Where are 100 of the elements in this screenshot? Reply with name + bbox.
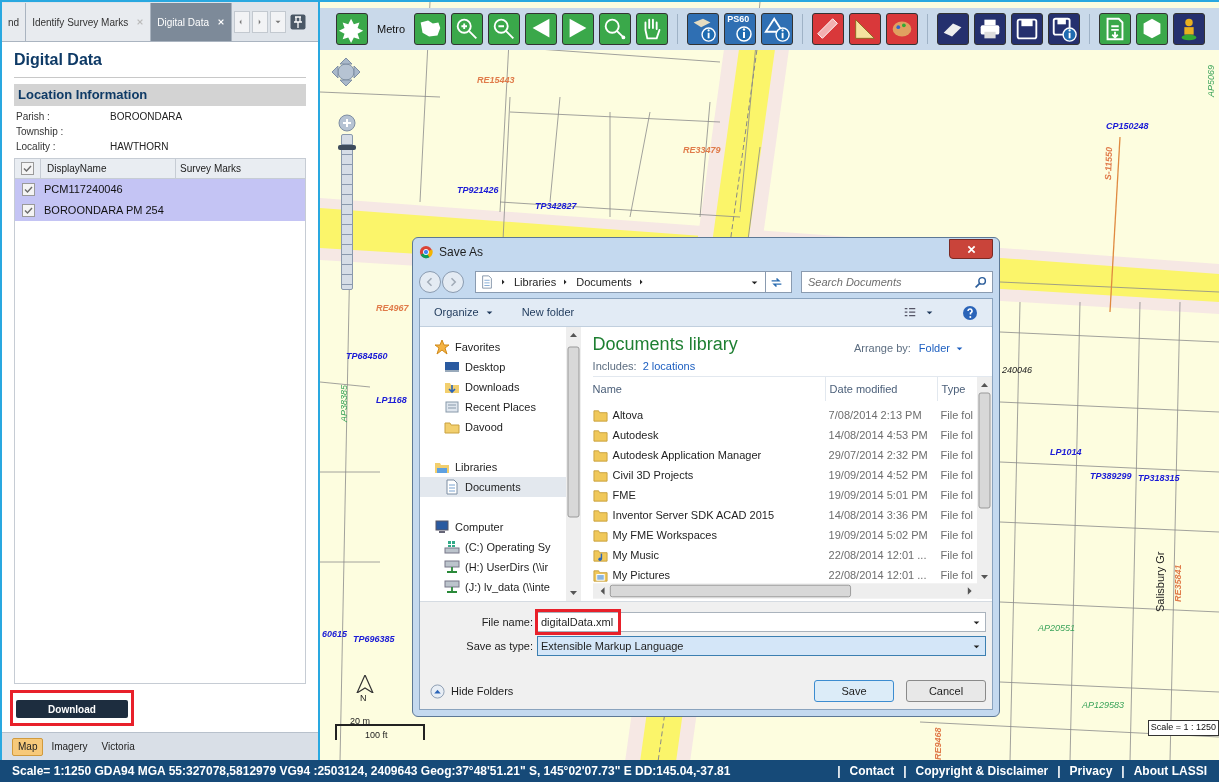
column-header[interactable]: Name [592, 377, 825, 401]
map-label: 60615 [322, 628, 348, 641]
region-map-button[interactable] [414, 13, 447, 45]
column-header[interactable]: DisplayName [41, 158, 176, 178]
file-row[interactable]: My FME Workspaces 19/09/2014 5:02 PM File fol [592, 525, 977, 545]
floppy-info-button[interactable] [1048, 13, 1081, 45]
triangle-info-button[interactable] [761, 13, 794, 45]
printer-button[interactable] [974, 13, 1007, 45]
nav-item[interactable]: (J:) lv_data (\\inte [420, 577, 566, 597]
left-arrow-button[interactable] [525, 13, 558, 45]
file-type: File fol [939, 547, 974, 563]
file-row[interactable]: FME 19/09/2014 5:01 PM File fol [592, 485, 977, 505]
pin-icon[interactable] [290, 14, 306, 30]
nav-item[interactable]: Davood [420, 417, 566, 437]
hand-button[interactable] [636, 13, 669, 45]
organize-button[interactable]: Organize [434, 304, 494, 321]
footer-link[interactable]: Privacy [1069, 762, 1113, 780]
slider-thumb[interactable] [338, 145, 356, 150]
map-label: LP1168 [376, 394, 407, 407]
document-icon [480, 275, 494, 289]
hexagon-button[interactable] [1136, 13, 1169, 45]
field-value: HAWTHORN [110, 139, 169, 154]
star-burst-button[interactable] [336, 13, 368, 45]
zoom-rectangle-button[interactable] [599, 13, 632, 45]
checkbox[interactable] [21, 203, 35, 217]
zoom-out-button[interactable] [488, 13, 521, 45]
panel-tab[interactable]: Digital Data [151, 3, 232, 41]
footer-link[interactable]: Copyright & Disclaimer [915, 762, 1049, 780]
save-button[interactable]: Save [814, 680, 894, 702]
nav-item[interactable]: Documents [420, 477, 566, 497]
palette-button[interactable] [886, 13, 919, 45]
refresh-icon[interactable] [770, 275, 783, 289]
footer-link[interactable]: Contact [849, 762, 895, 780]
nav-item[interactable]: Desktop [420, 357, 566, 377]
panel-tab[interactable]: Identify Survey Marks [26, 3, 152, 41]
floppy-disk-button[interactable] [1011, 13, 1044, 45]
file-row[interactable]: Autodesk 14/08/2014 4:53 PM File fol [592, 425, 977, 445]
file-row[interactable]: My Pictures 22/08/2014 12:01 ... File fol [592, 565, 977, 583]
file-row[interactable]: Autodesk Application Manager 29/07/2014 2:32 PM File fol [592, 445, 977, 465]
scrollbar[interactable] [565, 327, 581, 601]
locations-link[interactable]: 2 locations [642, 358, 696, 375]
set-square-button[interactable] [849, 13, 882, 45]
info-badge-button[interactable]: PS60 [724, 13, 757, 45]
zoom-in-button[interactable] [451, 13, 484, 45]
file-name: FME [612, 487, 636, 503]
scrollbar[interactable] [977, 377, 992, 599]
file-row[interactable]: My Music 22/08/2014 12:01 ... File fol [592, 545, 977, 565]
file-row[interactable]: Altova 7/08/2014 2:13 PM File fol [592, 405, 977, 425]
download-button[interactable]: Download [16, 700, 128, 718]
folder-icon [592, 447, 608, 463]
map-label: S-11550 [1102, 146, 1116, 181]
field-label: File name: [480, 614, 534, 630]
documents-icon [444, 479, 460, 495]
recent-icon [444, 399, 460, 415]
right-arrow-button[interactable] [562, 13, 595, 45]
scrollbar[interactable] [592, 583, 977, 599]
eraser-button[interactable] [937, 13, 970, 45]
checkbox[interactable] [21, 161, 34, 175]
panel-tab[interactable]: nd [2, 3, 27, 41]
search-field[interactable]: Search Documents [801, 271, 993, 293]
breadcrumb-item[interactable]: Documents [576, 273, 632, 291]
file-name: Inventor Server SDK ACAD 2015 [612, 507, 774, 523]
folder-icon [592, 467, 608, 483]
nav-item[interactable]: (H:) UserDirs (\\ir [420, 557, 566, 577]
grid-row[interactable]: PCM117240046 [15, 178, 305, 200]
footer-link[interactable]: About LASSI [1133, 762, 1207, 780]
person-button[interactable] [1173, 13, 1206, 45]
grid-row[interactable]: BOROONDARA PM 254 [15, 199, 305, 221]
ruler-button[interactable] [812, 13, 845, 45]
nav-item[interactable]: Computer [420, 517, 566, 537]
scale-bar-label: 20 m [350, 715, 370, 728]
zoom-slider[interactable] [341, 134, 353, 290]
layers-info-button[interactable] [687, 13, 720, 45]
checkbox[interactable] [21, 182, 35, 196]
address-bar[interactable]: Libraries Documents [475, 271, 792, 293]
help-icon[interactable] [962, 304, 978, 321]
nav-item[interactable]: Favorites [420, 337, 566, 357]
file-name-field[interactable]: digitalData.xml [537, 612, 986, 632]
cancel-button[interactable]: Cancel [906, 680, 986, 702]
document-download-button[interactable] [1099, 13, 1132, 45]
nav-item[interactable]: (C:) Operating Sy [420, 537, 566, 557]
close-button[interactable] [949, 239, 993, 259]
nav-item[interactable]: Libraries [420, 457, 566, 477]
file-type-dropdown[interactable]: Extensible Markup Language [537, 636, 986, 656]
hide-folders-button[interactable]: Hide Folders [430, 682, 514, 700]
file-row[interactable]: Inventor Server SDK ACAD 2015 14/08/2014 3:36 PM File fol [592, 505, 977, 525]
nav-item[interactable]: Downloads [420, 377, 566, 397]
view-tab[interactable]: Imagery [45, 737, 94, 756]
view-tab[interactable]: Victoria [95, 737, 141, 756]
breadcrumb-item[interactable]: Libraries [514, 273, 557, 291]
new-folder-button[interactable]: New folder [521, 304, 575, 321]
file-row[interactable]: Civil 3D Projects 19/09/2014 4:52 PM File fol [592, 465, 977, 485]
file-date: 7/08/2014 2:13 PM [827, 407, 923, 423]
zoom-in-icon[interactable] [338, 114, 356, 132]
column-header[interactable]: Date modified [824, 377, 937, 401]
pan-control[interactable] [332, 58, 360, 86]
nav-item[interactable]: Recent Places [420, 397, 566, 417]
column-header[interactable]: Survey Marks [176, 158, 305, 178]
arrange-dropdown[interactable]: Folder [918, 339, 964, 357]
view-tab[interactable]: Map [12, 737, 44, 756]
